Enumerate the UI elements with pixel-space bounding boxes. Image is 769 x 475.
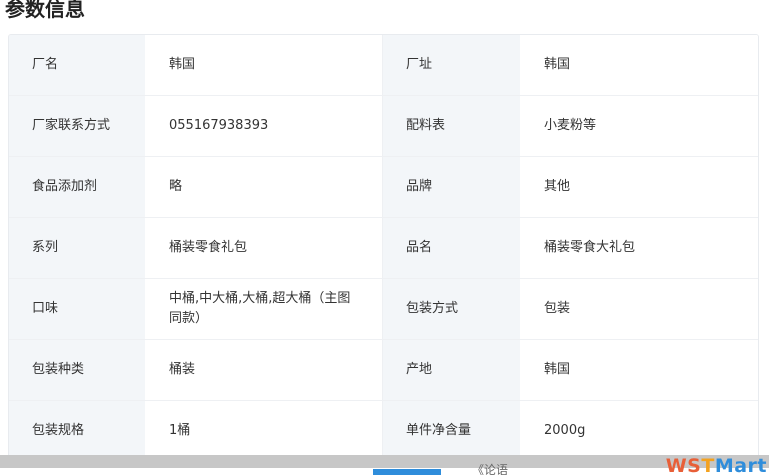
- logo-part-ws: WS: [665, 455, 702, 475]
- param-label: 包装种类: [9, 340, 145, 400]
- table-row: 系列 桶装零食礼包 品名 桶装零食大礼包: [9, 218, 758, 279]
- param-label: 产地: [383, 340, 520, 400]
- horizontal-scrollbar[interactable]: [0, 455, 769, 468]
- tab-button-fragment[interactable]: [373, 469, 441, 475]
- table-row: 厂名 韩国 厂址 韩国: [9, 35, 758, 96]
- param-label: 厂址: [383, 35, 520, 95]
- param-label: 厂名: [9, 35, 145, 95]
- param-label: 包装规格: [9, 401, 145, 461]
- param-value: 包装: [520, 279, 758, 339]
- wstmart-logo: WSTMart: [666, 455, 767, 475]
- param-value: 2000g: [520, 401, 758, 461]
- param-value: 韩国: [520, 35, 758, 95]
- logo-part-t: T: [701, 455, 715, 475]
- param-label: 单件净含量: [383, 401, 520, 461]
- param-value: 055167938393: [145, 96, 383, 156]
- table-row: 厂家联系方式 055167938393 配料表 小麦粉等: [9, 96, 758, 157]
- param-value: 桶装零食礼包: [145, 218, 383, 278]
- param-label: 包装方式: [383, 279, 520, 339]
- param-value: 略: [145, 157, 383, 217]
- param-label: 配料表: [383, 96, 520, 156]
- logo-part-mart: Mart: [714, 455, 767, 475]
- param-value: 桶装零食大礼包: [520, 218, 758, 278]
- table-row: 包装规格 1桶 单件净含量 2000g: [9, 401, 758, 462]
- table-row: 包装种类 桶装 产地 韩国: [9, 340, 758, 401]
- param-value: 韩国: [520, 340, 758, 400]
- param-value: 其他: [520, 157, 758, 217]
- param-value: 韩国: [145, 35, 383, 95]
- param-value: 中桶,中大桶,大桶,超大桶（主图同款）: [145, 279, 383, 339]
- param-label: 厂家联系方式: [9, 96, 145, 156]
- param-value: 小麦粉等: [520, 96, 758, 156]
- param-value: 桶装: [145, 340, 383, 400]
- param-label: 系列: [9, 218, 145, 278]
- tab-label-fragment: 《论语: [472, 463, 509, 475]
- table-row: 食品添加剂 略 品牌 其他: [9, 157, 758, 218]
- params-table: 厂名 韩国 厂址 韩国 厂家联系方式 055167938393 配料表 小麦粉等…: [8, 34, 759, 474]
- param-label: 品名: [383, 218, 520, 278]
- param-value: 1桶: [145, 401, 383, 461]
- param-label: 口味: [9, 279, 145, 339]
- product-params-page: 参数信息 厂名 韩国 厂址 韩国 厂家联系方式 055167938393 配料表…: [0, 0, 769, 475]
- param-label: 品牌: [383, 157, 520, 217]
- table-row: 口味 中桶,中大桶,大桶,超大桶（主图同款） 包装方式 包装: [9, 279, 758, 340]
- param-label: 食品添加剂: [9, 157, 145, 217]
- section-title: 参数信息: [5, 0, 85, 21]
